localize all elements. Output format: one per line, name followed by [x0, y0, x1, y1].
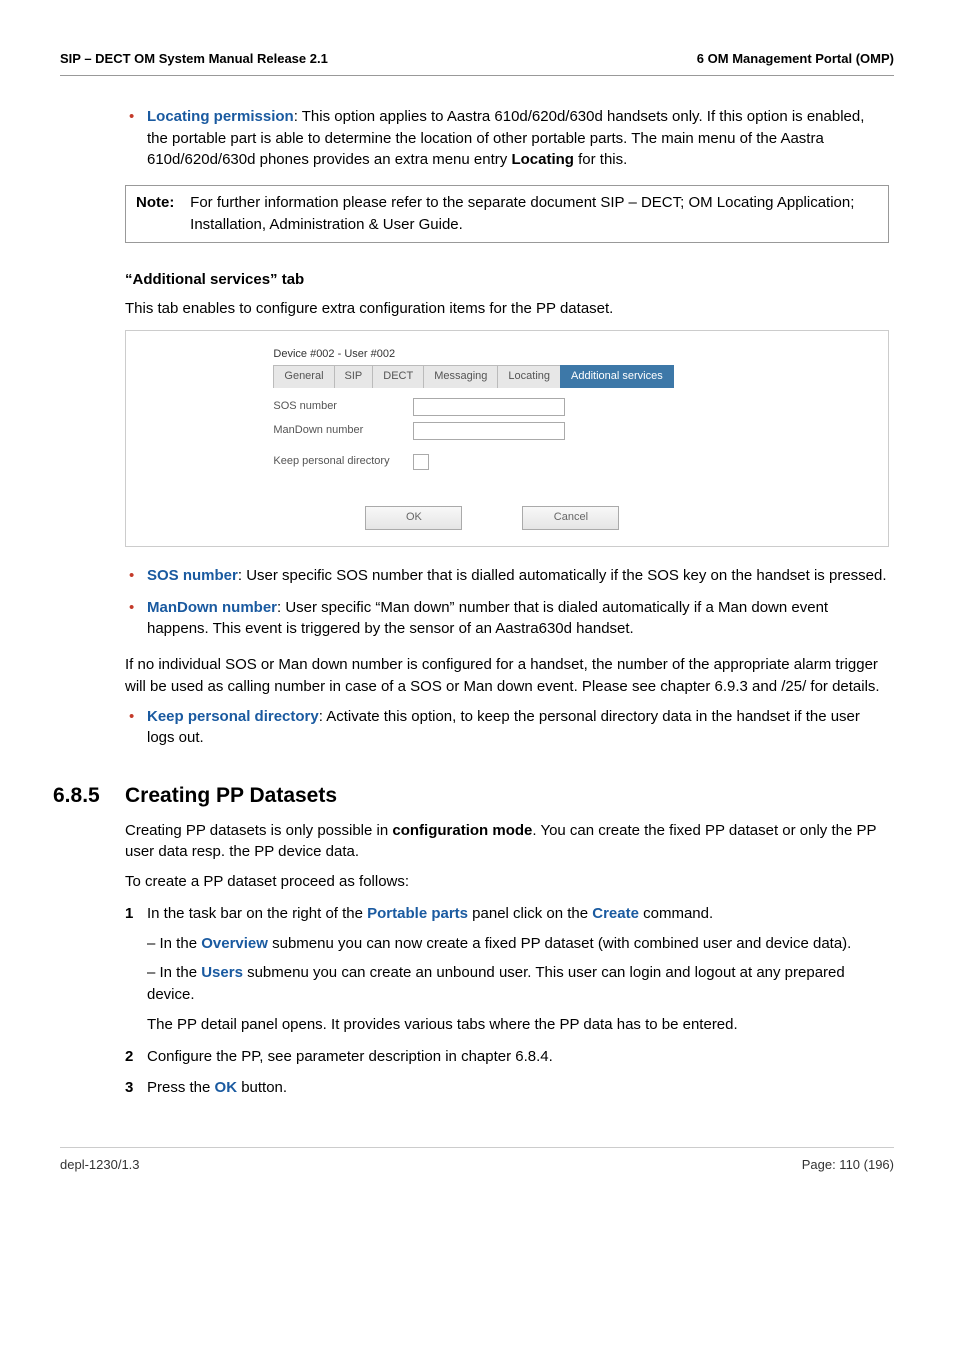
tab-general[interactable]: General [273, 365, 334, 388]
locating-permission-lead: Locating permission [147, 108, 294, 125]
dialog-title: Device #002 - User #002 [273, 347, 711, 363]
dialog-screenshot: Device #002 - User #002 General SIP DECT… [125, 330, 889, 547]
sos-label: SOS number [273, 399, 413, 415]
section-p1-a: Creating PP datasets is only possible in [125, 822, 392, 839]
keep-lead: Keep personal directory [147, 708, 319, 725]
bullet-list-3: Keep personal directory: Activate this o… [125, 706, 889, 750]
step-3-a: Press the [147, 1079, 215, 1096]
step-1-sub2-b: submenu you can create an unbound user. … [147, 964, 845, 1003]
bullet-sos: SOS number: User specific SOS number tha… [125, 565, 889, 587]
section-p2: To create a PP dataset proceed as follow… [125, 871, 889, 893]
section-p1-bold: configuration mode [392, 822, 532, 839]
bullet-mandown: ManDown number: User specific “Man down”… [125, 597, 889, 641]
header-left: SIP – DECT OM System Manual Release 2.1 [60, 50, 328, 69]
steps-list: 1 In the task bar on the right of the Po… [125, 903, 889, 1099]
mid-paragraph: If no individual SOS or Man down number … [125, 654, 889, 698]
field-keep: Keep personal directory [273, 454, 711, 470]
tab-dect[interactable]: DECT [372, 365, 424, 388]
step-1-sub2-a: – In the [147, 964, 201, 981]
section-number: 6.8.5 [53, 781, 125, 811]
additional-services-intro: This tab enables to configure extra conf… [125, 298, 889, 320]
locating-bold: Locating [511, 151, 574, 168]
additional-services-heading: “Additional services” tab [125, 269, 889, 291]
step-1: 1 In the task bar on the right of the Po… [125, 903, 889, 1036]
page-header: SIP – DECT OM System Manual Release 2.1 … [60, 50, 894, 76]
dialog-tabs: General SIP DECT Messaging Locating Addi… [273, 365, 711, 388]
footer-left: depl-1230/1.3 [60, 1156, 140, 1175]
step-2: 2 Configure the PP, see parameter descri… [125, 1046, 889, 1068]
mandown-lead: ManDown number [147, 599, 277, 616]
note-box: Note: For further information please ref… [125, 185, 889, 243]
page-footer: depl-1230/1.3 Page: 110 (196) [60, 1147, 894, 1175]
step-1-sub3: The PP detail panel opens. It provides v… [147, 1014, 889, 1036]
cancel-button[interactable]: Cancel [522, 506, 619, 530]
step-3-ok: OK [215, 1079, 238, 1096]
step-1-sub1: – In the Overview submenu you can now cr… [147, 933, 889, 955]
step-1-c: command. [639, 905, 713, 922]
section-p1: Creating PP datasets is only possible in… [125, 820, 889, 864]
field-mandown: ManDown number [273, 422, 711, 440]
keep-checkbox[interactable] [413, 454, 429, 470]
page-content: Locating permission: This option applies… [60, 106, 894, 1099]
step-3: 3 Press the OK button. [125, 1077, 889, 1099]
top-bullet-list: Locating permission: This option applies… [125, 106, 889, 171]
step-1-sub2-us: Users [201, 964, 243, 981]
sos-lead: SOS number [147, 567, 238, 584]
step-1-sub2: – In the Users submenu you can create an… [147, 962, 889, 1006]
bullet-keep: Keep personal directory: Activate this o… [125, 706, 889, 750]
step-2-text: Configure the PP, see parameter descript… [147, 1048, 553, 1065]
tab-messaging[interactable]: Messaging [423, 365, 498, 388]
step-1-create: Create [592, 905, 639, 922]
note-label: Note: [136, 192, 186, 214]
tab-additional-services[interactable]: Additional services [560, 365, 674, 388]
step-1-b: panel click on the [468, 905, 592, 922]
footer-right: Page: 110 (196) [802, 1156, 894, 1175]
dialog-buttons: OK Cancel [273, 506, 711, 530]
tab-sip[interactable]: SIP [334, 365, 374, 388]
bullet-locating-permission: Locating permission: This option applies… [125, 106, 889, 171]
step-1-num: 1 [125, 903, 133, 925]
ok-button[interactable]: OK [365, 506, 462, 530]
field-sos: SOS number [273, 398, 711, 416]
keep-label: Keep personal directory [273, 454, 413, 470]
step-3-b: button. [237, 1079, 287, 1096]
mandown-label: ManDown number [273, 423, 413, 439]
step-1-sub1-b: submenu you can now create a fixed PP da… [268, 935, 851, 952]
locating-tail: for this. [574, 151, 627, 168]
step-1-pp: Portable parts [367, 905, 468, 922]
section-heading-row: 6.8.5 Creating PP Datasets [125, 781, 889, 811]
step-1-sub1-ov: Overview [201, 935, 268, 952]
header-right: 6 OM Management Portal (OMP) [697, 50, 894, 69]
step-1-a: In the task bar on the right of the [147, 905, 367, 922]
mandown-input[interactable] [413, 422, 565, 440]
sos-rest: : User specific SOS number that is diall… [238, 567, 887, 584]
note-text: For further information please refer to … [190, 192, 872, 236]
bullet-list-2: SOS number: User specific SOS number tha… [125, 565, 889, 640]
tab-locating[interactable]: Locating [497, 365, 561, 388]
step-3-num: 3 [125, 1077, 133, 1099]
step-1-sub1-a: – In the [147, 935, 201, 952]
section-title: Creating PP Datasets [125, 781, 337, 811]
step-2-num: 2 [125, 1046, 133, 1068]
sos-input[interactable] [413, 398, 565, 416]
